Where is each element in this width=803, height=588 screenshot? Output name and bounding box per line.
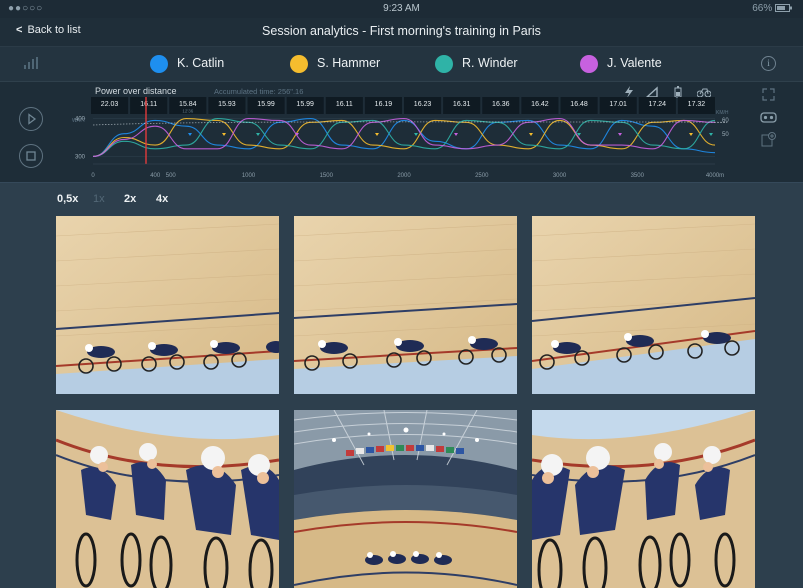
lap-time-label: 22.03: [101, 101, 119, 108]
zoom-option-0-5x[interactable]: 0,5x: [57, 193, 78, 205]
battery-icon: [775, 4, 792, 13]
y-right-tick-label: 50: [722, 132, 729, 138]
lap-marker: [222, 133, 226, 136]
lap-marker: [414, 133, 418, 136]
x-tick-label: 400: [150, 173, 161, 179]
speed-line: [92, 121, 728, 126]
video-frame-thumbnail[interactable]: [532, 410, 755, 588]
lap-time-label: 17.01: [609, 101, 627, 108]
signal-bars-icon[interactable]: [24, 57, 38, 69]
x-tick-label: 2500: [475, 173, 489, 179]
x-tick-label: 3000: [553, 173, 567, 179]
power-series-line-3: [92, 118, 716, 157]
video-frame-thumbnail[interactable]: [56, 410, 279, 588]
zoom-option-1x[interactable]: 1x: [93, 193, 105, 205]
status-bar: ●●○○○ 9:23 AM 66%: [0, 0, 803, 18]
rider-name: J. Valente: [607, 56, 662, 70]
lap-marker: [529, 133, 533, 136]
video-frame-thumbnail[interactable]: [532, 216, 755, 394]
rider-name: K. Catlin: [177, 56, 225, 70]
lap-time-label: 16.19: [375, 101, 393, 108]
y-tick-label: 400: [75, 117, 86, 123]
lap-marker: [618, 133, 622, 136]
x-tick-label: 4000m: [706, 173, 724, 179]
lap-time-label: 15.84: [179, 101, 197, 108]
power-series-line-1: [92, 118, 716, 157]
video-frame-thumbnail[interactable]: [56, 216, 279, 394]
power-chart-panel: Power over distance Accumulated time: 25…: [0, 82, 803, 183]
rider-color-dot: [150, 55, 168, 73]
lap-time-label: 16.11: [336, 101, 353, 108]
riders-side-view-image: [532, 216, 755, 394]
lap-time-label: 16.48: [570, 101, 588, 108]
rider-name: R. Winder: [462, 56, 518, 70]
lap-time-label: 15.99: [296, 101, 314, 108]
rider-color-dot: [290, 55, 308, 73]
power-chart[interactable]: 22.03 16.11 15.8412'36 15.93 15.99 15.99 16.11…: [0, 82, 803, 182]
lap-time-label: 16.23: [414, 101, 432, 108]
lap-marker: [256, 133, 260, 136]
battery-percent: 66%: [752, 3, 773, 14]
y-axis-unit-right: KM/H: [716, 110, 729, 116]
x-tick-label: 500: [166, 173, 177, 179]
x-tick-label: 1500: [320, 173, 334, 179]
x-tick-label: 2000: [397, 173, 411, 179]
nav-bar: < Back to list Session analytics - First …: [0, 18, 803, 47]
video-frame-thumbnail[interactable]: [294, 410, 517, 588]
power-series-line-4: [92, 118, 716, 157]
lap-marker: [689, 133, 693, 136]
y-tick-label: 300: [75, 154, 86, 160]
zoom-option-4x[interactable]: 4x: [156, 193, 168, 205]
x-tick-label: 1000: [242, 173, 256, 179]
lap-time-label: 16.42: [531, 101, 549, 108]
lap-subtime-label: 12'36: [182, 109, 193, 114]
lap-marker: [188, 133, 192, 136]
velodrome-overview-image: [294, 410, 517, 588]
status-time: 9:23 AM: [383, 3, 420, 14]
power-series-line-2: [92, 118, 716, 157]
lap-time-label: 16.31: [453, 101, 471, 108]
lap-time-label: 17.24: [649, 101, 667, 108]
riders-bar: K. Catlin S. Hammer R. Winder J. Valente…: [0, 47, 803, 82]
riders-fisheye-image: [532, 410, 755, 588]
zoom-option-2x[interactable]: 2x: [124, 193, 136, 205]
rider-color-dot: [580, 55, 598, 73]
battery-indicator: 66%: [752, 3, 793, 14]
lap-time-label: 15.99: [257, 101, 275, 108]
lap-time-label: 16.36: [492, 101, 510, 108]
riders-fisheye-image: [56, 410, 279, 588]
lap-marker: [375, 133, 379, 136]
x-tick-label: 0: [91, 173, 95, 179]
rider-name: S. Hammer: [317, 56, 381, 70]
x-tick-label: 3500: [631, 173, 645, 179]
rider-color-dot: [435, 55, 453, 73]
info-icon[interactable]: i: [761, 56, 776, 71]
lap-time-label: 16.11: [140, 101, 157, 108]
lap-time-label: 15.93: [218, 101, 236, 108]
page-title: Session analytics - First morning's trai…: [262, 24, 541, 38]
riders-side-view-image: [294, 216, 517, 394]
y-right-tick-label: 60: [722, 118, 729, 124]
lap-marker: [454, 133, 458, 136]
lap-marker: [709, 133, 713, 136]
riders-side-view-image: [56, 216, 279, 394]
video-frame-thumbnail[interactable]: [294, 216, 517, 394]
lap-time-label: 17.32: [688, 101, 706, 108]
